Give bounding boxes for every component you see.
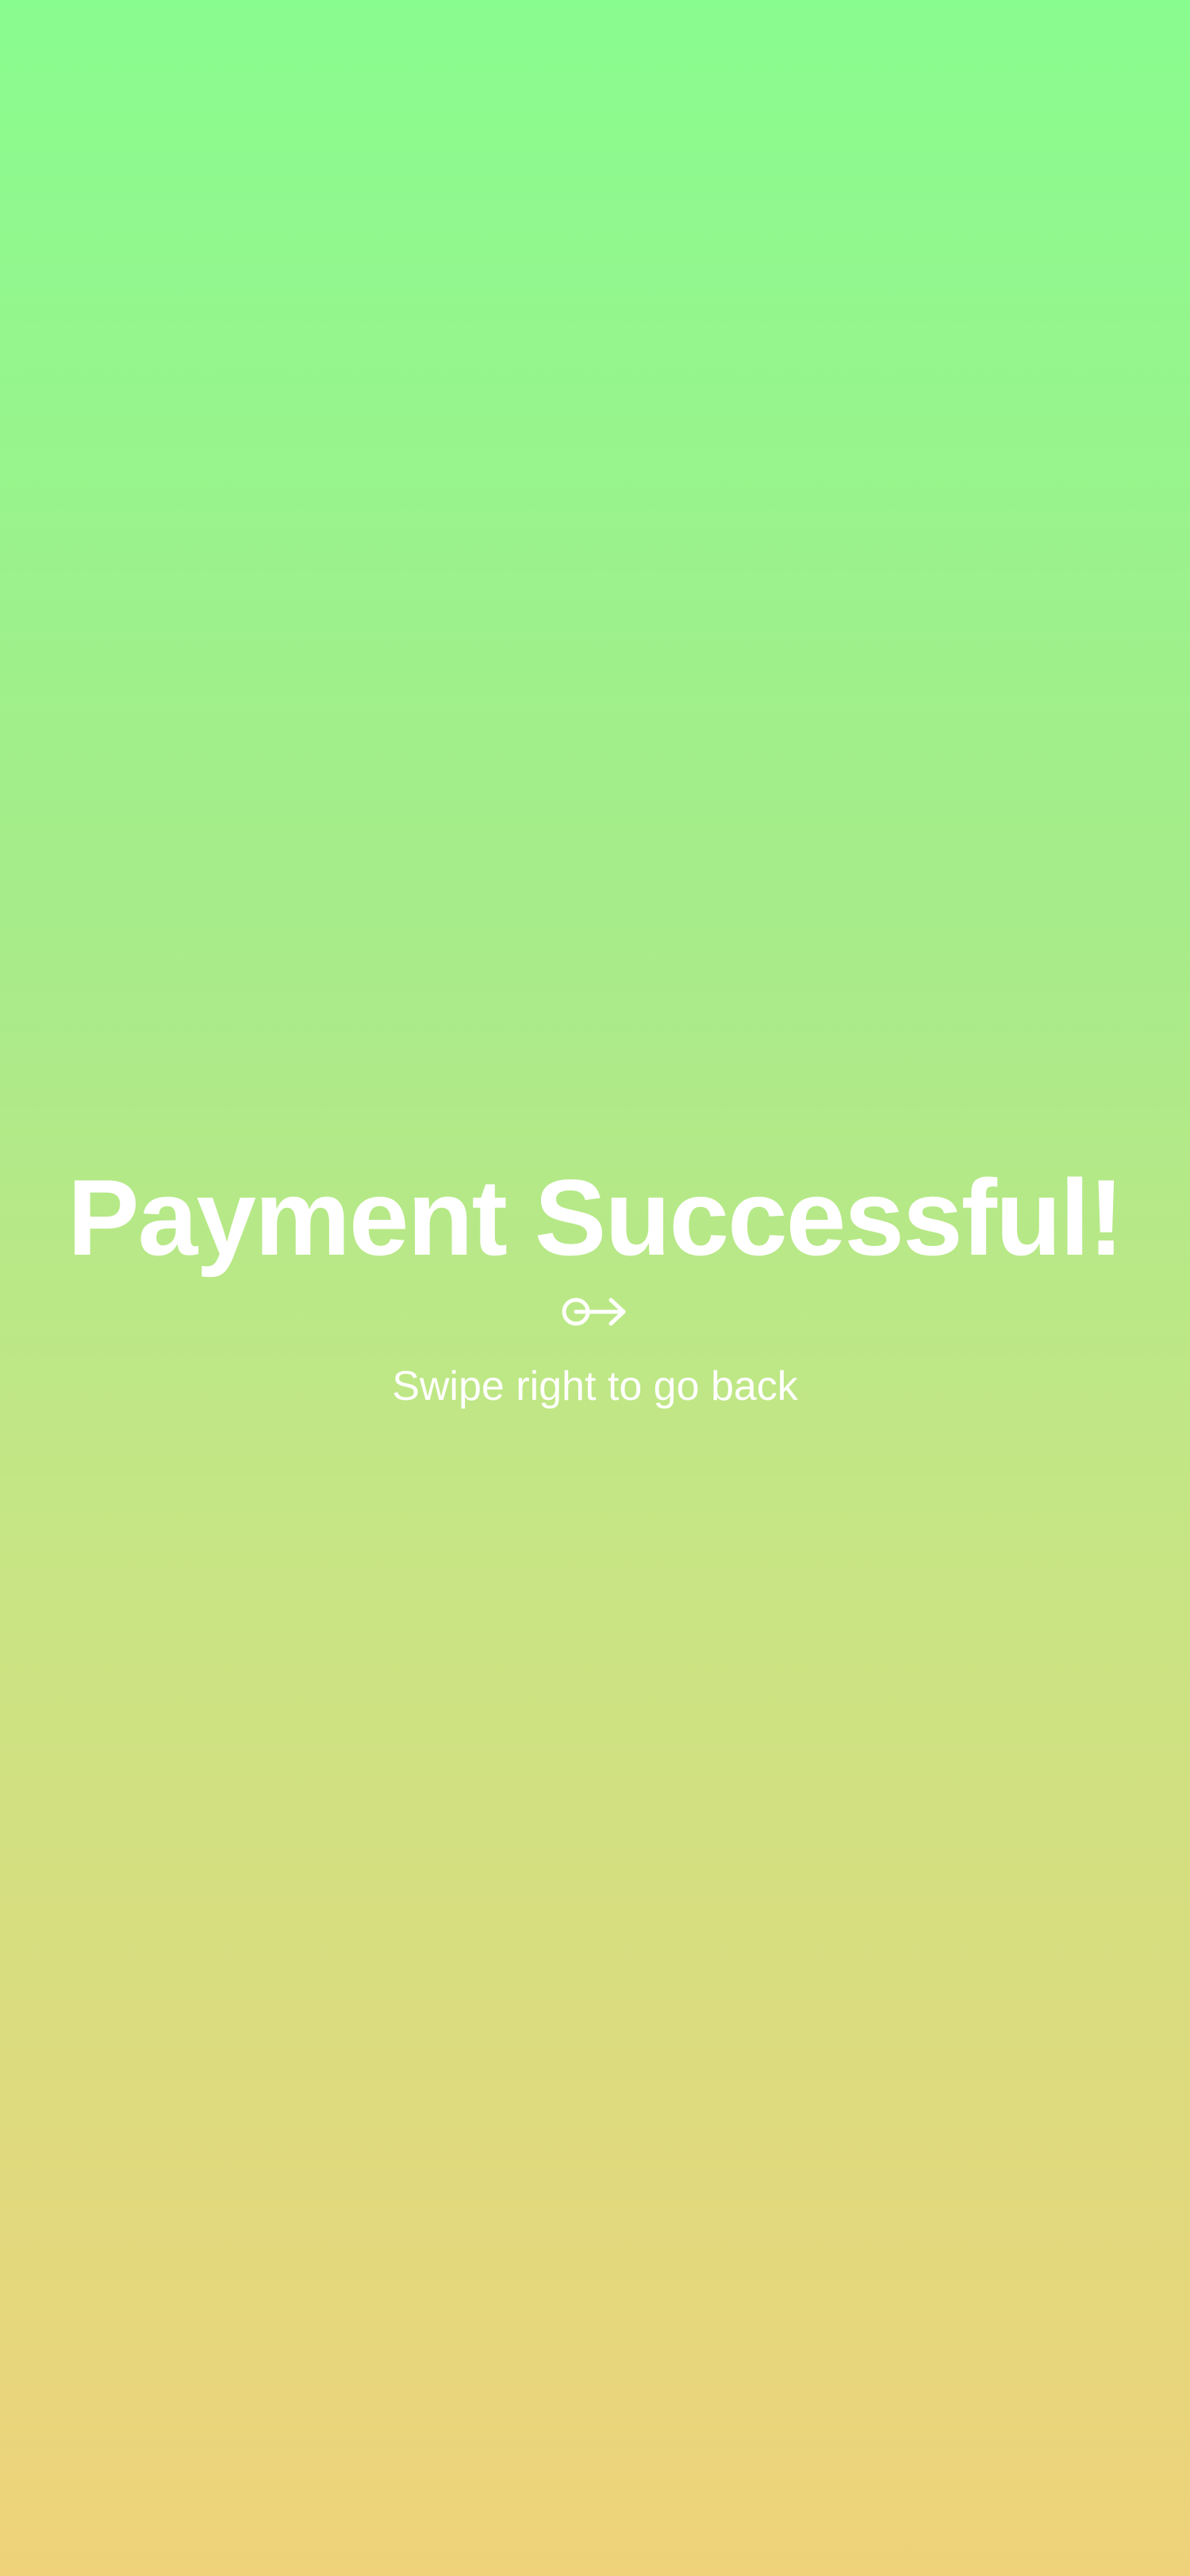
swipe-hint: Swipe right to go back	[392, 1363, 798, 1409]
page-title: Payment Successful!	[67, 1157, 1124, 1278]
swipe-right-icon	[562, 1298, 626, 1326]
confirmation-content: Payment Successful! Swipe right to go ba…	[0, 1158, 1190, 1410]
payment-success-screen[interactable]: Payment Successful! Swipe right to go ba…	[0, 0, 1190, 2576]
